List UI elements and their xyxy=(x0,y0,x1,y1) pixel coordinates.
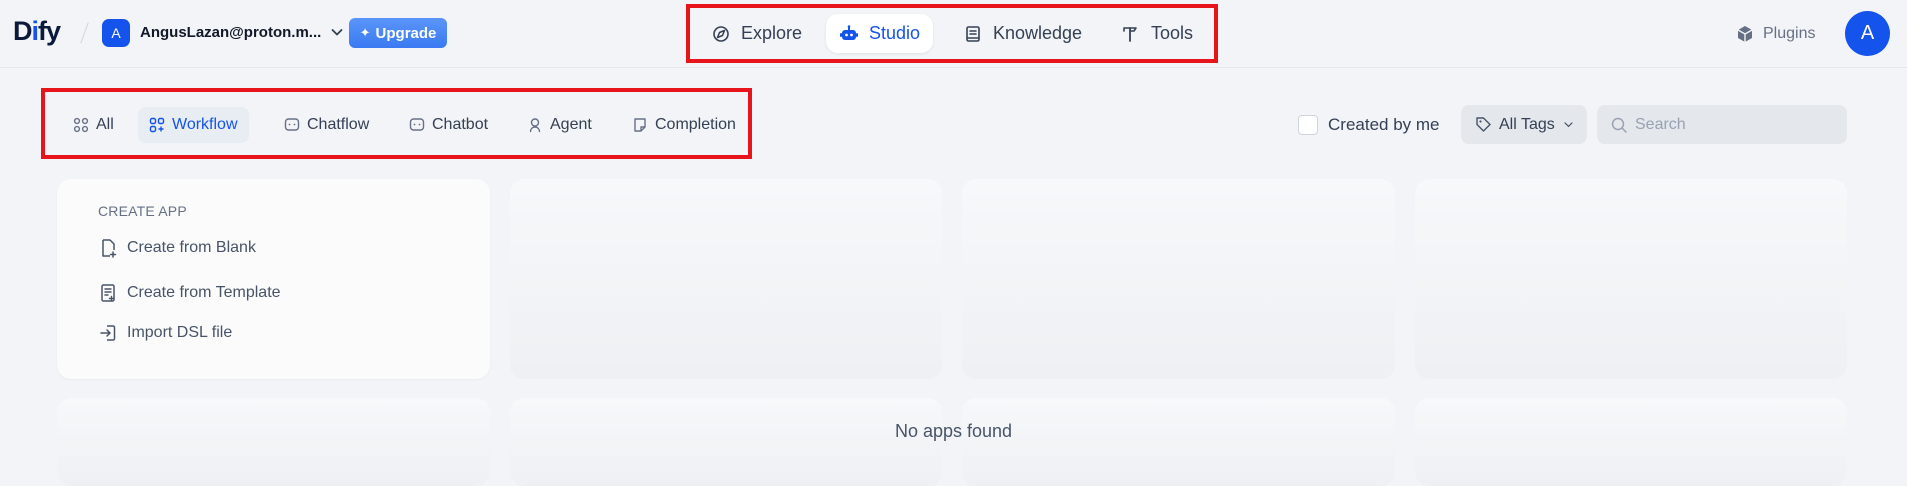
nav-studio-label: Studio xyxy=(869,23,921,43)
import-dsl-button[interactable]: Import DSL file xyxy=(98,323,232,343)
chatflow-icon xyxy=(284,118,300,131)
empty-state-message: No apps found xyxy=(894,421,1013,441)
template-icon xyxy=(101,284,115,302)
tags-filter-dropdown[interactable]: All Tags xyxy=(1461,105,1587,144)
workspace-avatar[interactable]: A xyxy=(102,19,130,47)
create-app-title: CREATE APP xyxy=(98,203,187,219)
chevron-down-icon[interactable] xyxy=(329,24,345,40)
tags-filter-label: All Tags xyxy=(1499,115,1555,133)
tab-all[interactable]: All xyxy=(62,107,125,143)
placeholder-card xyxy=(57,398,490,486)
placeholder-card xyxy=(1415,179,1847,379)
top-header: Dify A AngusLazan@proton.m... ✦ Upgrade … xyxy=(0,0,1907,68)
workflow-icon xyxy=(149,117,165,133)
book-icon xyxy=(966,25,980,42)
search-input[interactable]: Search xyxy=(1597,105,1847,144)
tab-workflow-label: Workflow xyxy=(172,116,238,133)
chevron-down-icon xyxy=(1564,122,1573,128)
compass-icon xyxy=(713,25,729,42)
placeholder-card xyxy=(1415,398,1847,486)
import-dsl-label: Import DSL file xyxy=(127,324,233,341)
upgrade-label: Upgrade xyxy=(375,24,437,42)
nav-knowledge[interactable]: Knowledge xyxy=(950,14,1095,53)
tab-chatflow[interactable]: Chatflow xyxy=(273,107,380,143)
tab-agent-label: Agent xyxy=(550,116,592,133)
hammer-icon xyxy=(1123,26,1137,42)
tag-icon xyxy=(1476,117,1491,132)
nav-tools[interactable]: Tools xyxy=(1108,14,1206,53)
placeholder-card xyxy=(510,398,942,486)
workspace-name[interactable]: AngusLazan@proton.m... xyxy=(140,24,321,41)
new-file-icon xyxy=(102,239,117,258)
tab-agent[interactable]: Agent xyxy=(516,107,603,143)
sparkle-icon: ✦ xyxy=(359,25,371,40)
robot-icon xyxy=(840,24,858,40)
search-icon xyxy=(1611,117,1627,133)
nav-studio[interactable]: Studio xyxy=(826,14,934,53)
tab-chatbot[interactable]: Chatbot xyxy=(398,107,499,143)
placeholder-card xyxy=(510,179,942,379)
create-from-blank-label: Create from Blank xyxy=(127,239,256,256)
tab-completion[interactable]: Completion xyxy=(621,107,747,143)
import-icon xyxy=(100,325,116,341)
created-by-me-label[interactable]: Created by me xyxy=(1328,115,1440,135)
nav-explore[interactable]: Explore xyxy=(698,14,815,53)
nav-knowledge-label: Knowledge xyxy=(993,23,1083,43)
upgrade-button[interactable]: ✦ Upgrade xyxy=(349,18,447,48)
tab-completion-label: Completion xyxy=(655,116,736,133)
header-divider xyxy=(80,22,89,44)
tab-workflow[interactable]: Workflow xyxy=(138,107,249,143)
search-placeholder: Search xyxy=(1635,115,1686,133)
placeholder-card xyxy=(962,398,1395,486)
chatbot-icon xyxy=(409,118,425,131)
create-from-template-button[interactable]: Create from Template xyxy=(98,283,281,303)
plugins-label: Plugins xyxy=(1763,25,1816,42)
create-from-blank-button[interactable]: Create from Blank xyxy=(98,238,256,258)
cube-icon xyxy=(1737,26,1753,42)
nav-explore-label: Explore xyxy=(741,23,803,43)
dify-logo[interactable]: Dify xyxy=(13,16,61,47)
agent-icon xyxy=(529,118,541,133)
completion-icon xyxy=(634,118,646,132)
nav-tools-label: Tools xyxy=(1151,23,1194,43)
grid-icon xyxy=(73,117,89,133)
tab-all-label: All xyxy=(96,116,114,133)
tab-chatflow-label: Chatflow xyxy=(307,116,370,133)
tab-chatbot-label: Chatbot xyxy=(432,116,489,133)
user-avatar[interactable]: A xyxy=(1845,11,1890,56)
created-by-me-checkbox[interactable] xyxy=(1298,115,1318,135)
create-from-template-label: Create from Template xyxy=(127,284,281,301)
placeholder-card xyxy=(962,179,1395,379)
plugins-button[interactable]: Plugins xyxy=(1735,24,1815,44)
